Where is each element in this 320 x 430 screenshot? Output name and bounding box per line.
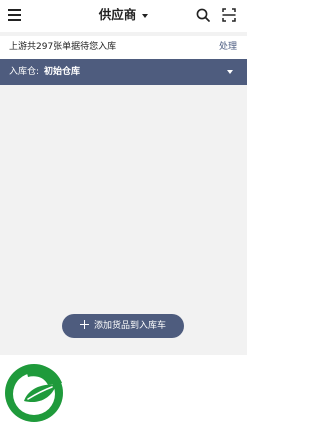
chevron-down-icon xyxy=(142,13,149,18)
process-link[interactable]: 处理 xyxy=(219,36,237,58)
pending-notice: 上游共297张单据待您入库 处理 xyxy=(0,36,247,58)
pending-notice-text: 上游共297张单据待您入库 xyxy=(9,42,117,52)
brand-logo xyxy=(5,364,63,422)
top-app-bar: 供应商 xyxy=(0,0,247,32)
chevron-down-icon xyxy=(227,70,233,74)
page-title: 供应商 xyxy=(98,7,137,22)
add-to-cart-label: 添加货品到入库车 xyxy=(93,321,166,331)
scan-icon[interactable] xyxy=(222,8,236,22)
plus-icon xyxy=(79,320,89,329)
warehouse-value: 初始仓库 xyxy=(44,67,81,77)
warehouse-selector[interactable]: 入库仓: 初始仓库 xyxy=(0,59,247,85)
warehouse-label: 入库仓: xyxy=(9,67,40,77)
add-to-cart-button[interactable]: 添加货品到入库车 xyxy=(62,314,184,338)
search-icon[interactable] xyxy=(196,8,210,22)
